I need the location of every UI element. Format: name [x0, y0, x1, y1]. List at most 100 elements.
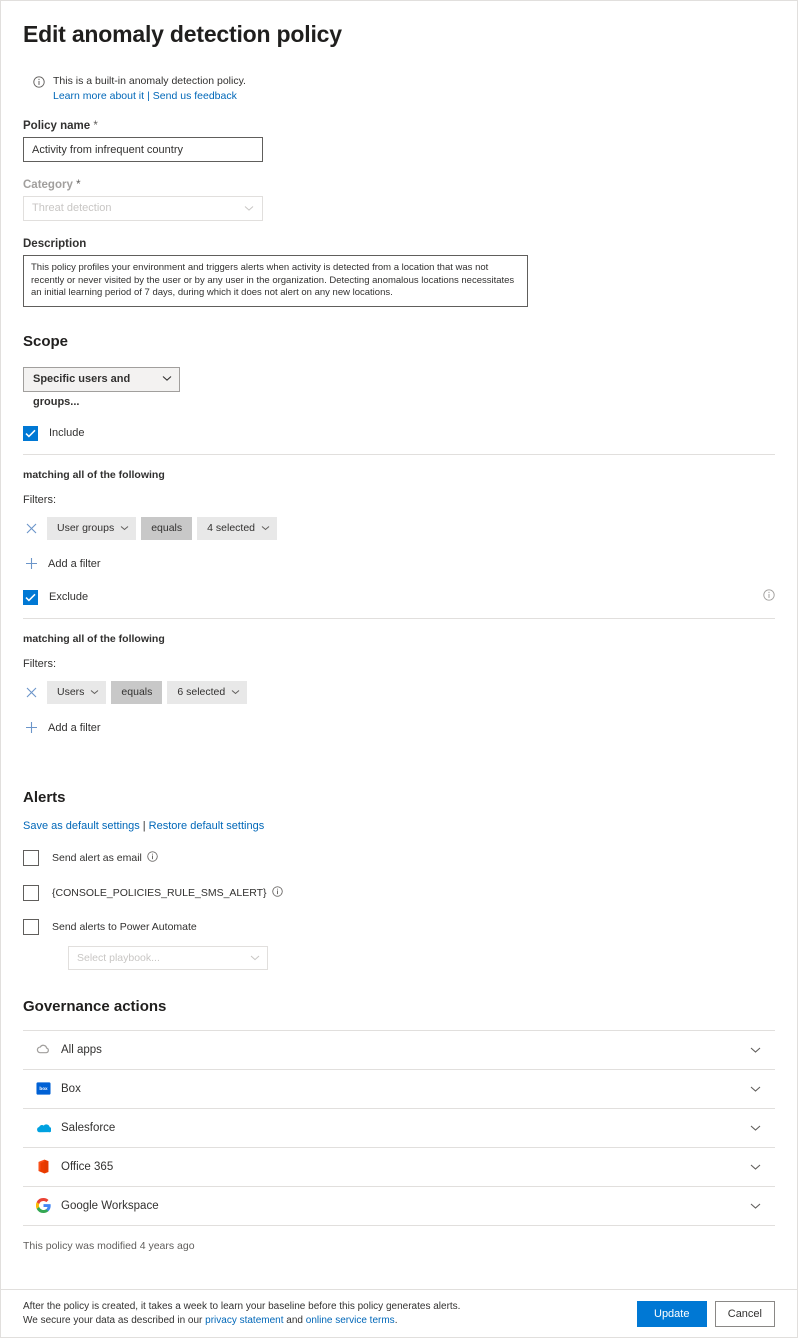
exclude-section: Exclude [23, 588, 775, 606]
sms-alert-row[interactable]: {CONSOLE_POLICIES_RULE_SMS_ALERT} [23, 884, 775, 902]
policy-modified-note: This policy was modified 4 years ago [23, 1239, 195, 1252]
governance-row-box[interactable]: box Box [23, 1068, 775, 1108]
learn-more-link[interactable]: Learn more about it [53, 90, 144, 102]
required-asterisk: * [76, 179, 81, 191]
description-label: Description [23, 238, 87, 250]
page-title: Edit anomaly detection policy [23, 21, 342, 47]
info-circle-icon [33, 75, 45, 93]
office-365-icon [35, 1159, 51, 1175]
governance-row-salesforce[interactable]: Salesforce [23, 1107, 775, 1147]
policy-name-label: Policy name * [23, 120, 98, 132]
send-alert-as-email-label: Send alert as email [52, 851, 142, 864]
chevron-down-icon [120, 517, 129, 540]
footer-bar: After the policy is created, it takes a … [1, 1289, 797, 1337]
banner-text: This is a built-in anomaly detection pol… [53, 75, 246, 87]
online-service-terms-link[interactable]: online service terms [306, 1315, 395, 1326]
include-add-filter-label: Add a filter [48, 557, 101, 570]
include-filter-value[interactable]: 4 selected [197, 516, 278, 540]
governance-row-google-workspace[interactable]: Google Workspace [23, 1185, 775, 1226]
include-filters-label: Filters: [23, 493, 56, 506]
send-alert-as-email-checkbox[interactable] [23, 849, 39, 866]
description-textarea[interactable]: This policy profiles your environment an… [23, 255, 528, 307]
close-x-icon[interactable] [23, 684, 39, 700]
edit-anomaly-detection-policy-page: Edit anomaly detection policy This is a … [0, 0, 798, 1338]
save-default-settings-link[interactable]: Save as default settings [23, 820, 140, 832]
exclude-filter-field[interactable]: Users [47, 680, 107, 704]
plus-icon [23, 720, 39, 736]
exclude-filter-row: Users equals 6 selected [23, 680, 775, 704]
google-workspace-icon [35, 1198, 51, 1214]
governance-list: All apps box Box Salesforce Office 365 G… [23, 1029, 775, 1226]
governance-row-all-apps[interactable]: All apps [23, 1029, 775, 1069]
built-in-policy-banner: This is a built-in anomaly detection pol… [23, 74, 775, 103]
include-add-filter-button[interactable]: Add a filter [23, 556, 101, 572]
exclude-label: Exclude [49, 591, 89, 603]
power-automate-row[interactable]: Send alerts to Power Automate [23, 918, 775, 935]
exclude-matching-text: matching all of the following [23, 632, 165, 645]
exclude-add-filter-button[interactable]: Add a filter [23, 720, 101, 736]
info-circle-icon[interactable] [147, 849, 158, 867]
chevron-down-icon [261, 517, 270, 540]
banner-links: Learn more about it | Send us feedback [53, 89, 246, 103]
scope-heading: Scope [23, 332, 69, 350]
link-separator: | [147, 90, 150, 102]
chevron-down-icon[interactable] [750, 1119, 761, 1137]
chevron-down-icon [231, 681, 240, 704]
chevron-down-icon[interactable] [750, 1158, 761, 1176]
include-matching-text: matching all of the following [23, 468, 165, 481]
footer-buttons: Update Cancel [636, 1300, 775, 1327]
exclude-checkbox-row[interactable]: Exclude [23, 589, 775, 605]
chevron-down-icon [244, 197, 254, 220]
svg-text:box: box [39, 1086, 48, 1091]
plus-icon [23, 556, 39, 572]
power-automate-label: Send alerts to Power Automate [52, 920, 197, 933]
exclude-filter-value[interactable]: 6 selected [167, 680, 248, 704]
update-button[interactable]: Update [636, 1300, 707, 1327]
governance-heading: Governance actions [23, 997, 167, 1015]
privacy-statement-link[interactable]: privacy statement [205, 1315, 283, 1326]
footer-disclaimer: After the policy is created, it takes a … [23, 1300, 460, 1328]
box-icon: box [35, 1081, 51, 1097]
chevron-down-icon[interactable] [750, 1197, 761, 1215]
salesforce-cloud-icon [35, 1120, 51, 1136]
chevron-down-icon[interactable] [750, 1041, 761, 1059]
playbook-placeholder: Select playbook... [77, 951, 160, 964]
policy-name-input[interactable] [23, 137, 263, 162]
info-circle-icon[interactable] [271, 884, 283, 902]
send-feedback-link[interactable]: Send us feedback [153, 90, 237, 102]
scope-type-value: Specific users and groups... [33, 372, 131, 408]
exclude-add-filter-label: Add a filter [48, 721, 101, 734]
exclude-divider [23, 617, 775, 619]
footer-line-2: We secure your data as described in our … [23, 1314, 398, 1326]
close-x-icon[interactable] [23, 520, 39, 536]
include-label: Include [49, 427, 85, 439]
sms-alert-checkbox[interactable] [23, 884, 39, 901]
chevron-down-icon[interactable] [750, 1080, 761, 1098]
category-label: Category * [23, 179, 81, 191]
include-divider [23, 453, 775, 455]
governance-row-label: Office 365 [61, 1160, 114, 1173]
send-alert-as-email-row[interactable]: Send alert as email [23, 849, 775, 867]
governance-row-label: All apps [61, 1043, 102, 1056]
alerts-links: Save as default settings | Restore default… [23, 820, 775, 832]
info-circle-icon[interactable] [763, 588, 775, 606]
category-value: Threat detection [32, 202, 112, 214]
exclude-filter-operator: equals [111, 680, 163, 704]
governance-row-office-365[interactable]: Office 365 [23, 1146, 775, 1186]
governance-row-label: Salesforce [61, 1121, 116, 1134]
category-select[interactable]: Threat detection [23, 196, 263, 221]
cancel-button[interactable]: Cancel [714, 1300, 775, 1327]
scope-type-select[interactable]: Specific users and groups... [23, 366, 180, 408]
playbook-select[interactable]: Select playbook... [68, 945, 268, 970]
chevron-down-icon [162, 368, 172, 391]
include-filter-field[interactable]: User groups [47, 516, 137, 540]
exclude-checkbox[interactable] [23, 589, 38, 605]
chevron-down-icon [250, 947, 260, 969]
sms-alert-label: {CONSOLE_POLICIES_RULE_SMS_ALERT} [52, 886, 267, 899]
include-checkbox[interactable] [23, 425, 38, 441]
include-checkbox-row[interactable]: Include [23, 425, 775, 441]
power-automate-checkbox[interactable] [23, 918, 39, 935]
include-filter-operator: equals [141, 516, 193, 540]
governance-row-label: Google Workspace [61, 1199, 159, 1212]
restore-default-settings-link[interactable]: Restore default settings [149, 820, 265, 832]
